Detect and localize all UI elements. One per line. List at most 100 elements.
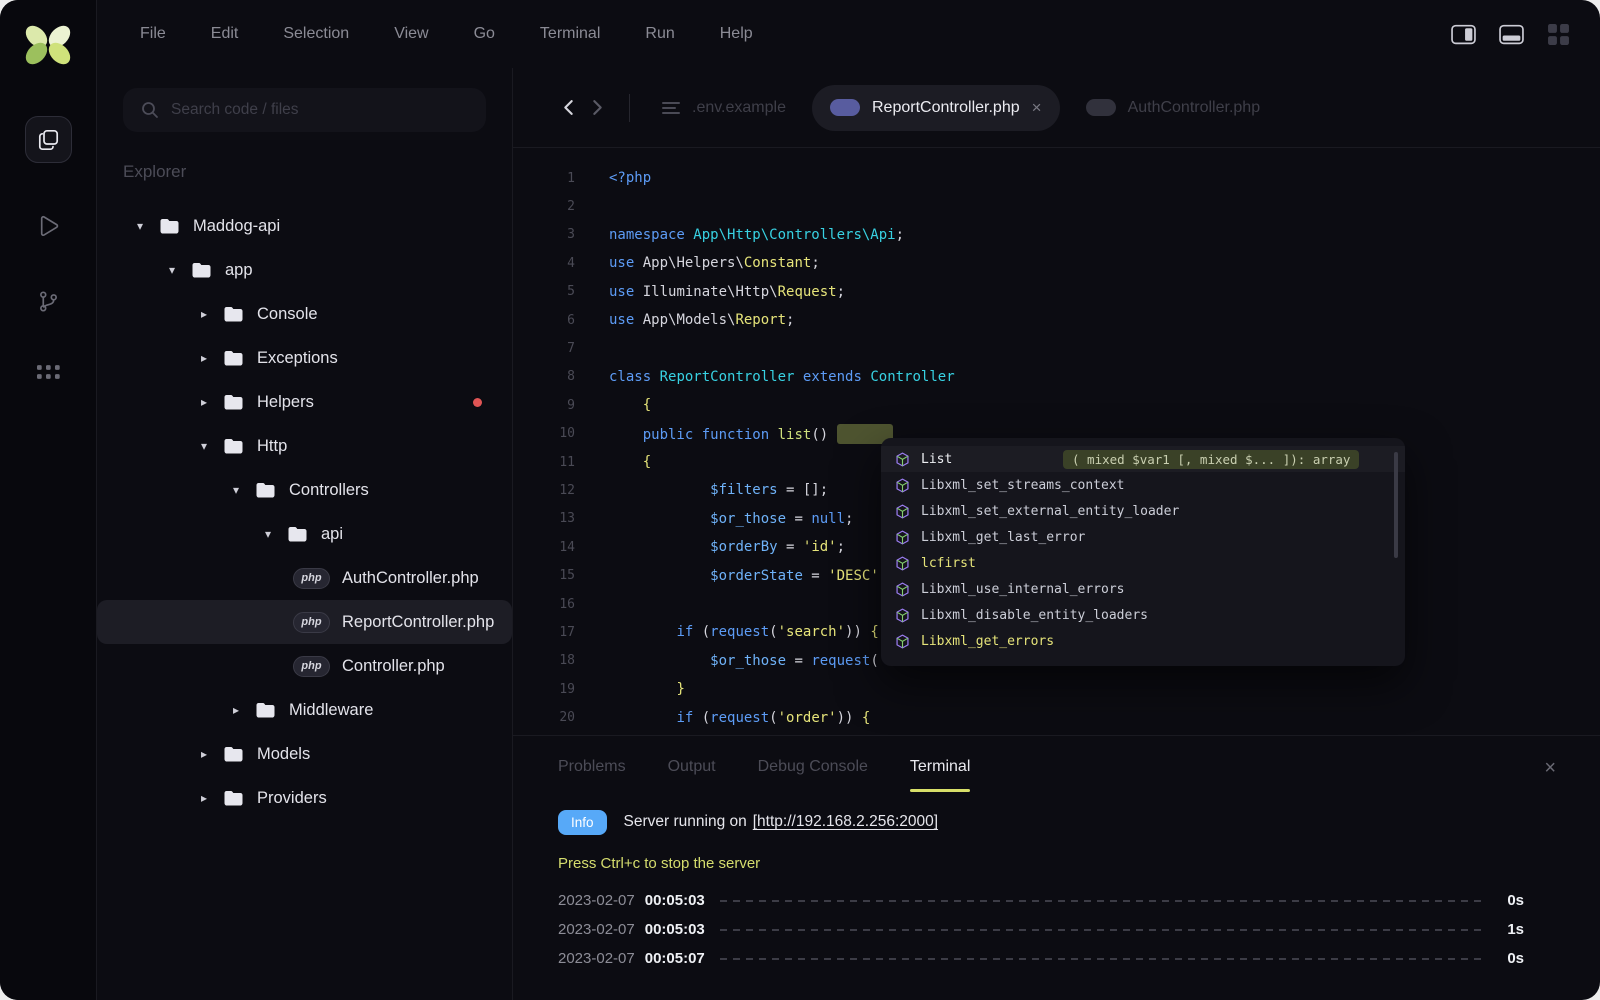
activity-bar (0, 0, 97, 1000)
panel-tabs: Problems Output Debug Console Terminal (558, 758, 1012, 792)
caret-down-icon[interactable]: ▾ (133, 219, 147, 233)
extensions-button[interactable] (37, 365, 60, 382)
navigate-back-icon[interactable] (563, 99, 574, 116)
code-text: use App\Helpers\Constant; (575, 255, 820, 271)
autocomplete-item-libxml-use-internal-errors[interactable]: Libxml_use_internal_errors (881, 576, 1405, 602)
autocomplete-label: lcfirst (921, 556, 976, 571)
code-line: 5use Illuminate\Http\Request; (513, 278, 1600, 306)
popup-scrollbar[interactable] (1394, 452, 1398, 558)
tree-item-models[interactable]: ▸Models (97, 732, 512, 776)
tree-item-providers[interactable]: ▸Providers (97, 776, 512, 820)
sidebar: Explorer ▾Maddog-api▾app ▸ Console ▸Excepti… (97, 68, 512, 1000)
autocomplete-label: Libxml_set_streams_context (921, 478, 1125, 493)
caret-right-icon[interactable]: ▸ (229, 703, 243, 717)
autocomplete-item-libxml-set-streams-context[interactable]: Libxml_set_streams_context (881, 472, 1405, 498)
log-row: 2023-02-0700:05:030s (558, 886, 1524, 915)
server-url[interactable]: [http://192.168.2.256:2000] (753, 813, 938, 831)
tree-item-maddog-api[interactable]: ▾Maddog-api (97, 204, 512, 248)
line-number: 1 (513, 171, 575, 186)
toggle-panel-icon[interactable] (1499, 24, 1524, 45)
explorer-title: Explorer (123, 162, 486, 182)
code-text: class ReportController extends Controlle… (575, 369, 955, 385)
menu-item-go[interactable]: Go (474, 25, 495, 43)
close-tab-icon[interactable]: × (1032, 98, 1042, 118)
editor-tab-reportcontroller-php[interactable]: ReportController.php× (812, 85, 1060, 131)
autocomplete-item-list[interactable]: List ( mixed $var1 [, mixed $... ]): arra… (881, 446, 1405, 472)
autocomplete-label: Libxml_disable_entity_loaders (921, 608, 1148, 623)
folder-icon (287, 526, 308, 543)
line-number: 4 (513, 256, 575, 271)
code-text: namespace App\Http\Controllers\Api; (575, 227, 904, 243)
autocomplete-item-libxml-get-last-error[interactable]: Libxml_get_last_error (881, 524, 1405, 550)
menu-item-selection[interactable]: Selection (283, 25, 349, 43)
panel-tab-debug-console[interactable]: Debug Console (758, 758, 868, 792)
tree-item-label: Console (257, 305, 318, 324)
panel-tab-output[interactable]: Output (668, 758, 716, 792)
editor-area: .env.example ReportController.php× AuthCon… (512, 68, 1600, 1000)
log-separator (720, 929, 1487, 931)
menu-item-help[interactable]: Help (720, 25, 753, 43)
autocomplete-item-lcfirst[interactable]: lcfirst (881, 550, 1405, 576)
tree-item-api[interactable]: ▾api (97, 512, 512, 556)
line-number: 2 (513, 199, 575, 214)
caret-right-icon[interactable]: ▸ (197, 307, 211, 321)
tree-item-authcontroller-php[interactable]: phpAuthController.php (97, 556, 512, 600)
autocomplete-label: List (921, 452, 1049, 467)
file-lines-icon (662, 101, 680, 115)
line-number: 17 (513, 625, 575, 640)
tree-item-app[interactable]: ▾app (97, 248, 512, 292)
split-editor-icon[interactable] (1451, 24, 1476, 45)
menu-item-terminal[interactable]: Terminal (540, 25, 600, 43)
explorer-button[interactable] (25, 116, 72, 163)
panel-tab-bar: Problems Output Debug Console Terminal × (513, 736, 1600, 792)
code-editor[interactable]: 1<?php23namespace App\Http\Controllers\A… (513, 148, 1600, 735)
menu-item-run[interactable]: Run (645, 25, 674, 43)
autocomplete-item-libxml-set-external-entity-loader[interactable]: Libxml_set_external_entity_loader (881, 498, 1405, 524)
caret-down-icon[interactable]: ▾ (165, 263, 179, 277)
caret-right-icon[interactable]: ▸ (197, 791, 211, 805)
panel-tab-problems[interactable]: Problems (558, 758, 626, 792)
search-input[interactable] (171, 101, 461, 119)
layout-grid-icon[interactable] (1547, 23, 1570, 46)
tree-item-middleware[interactable]: ▸Middleware (97, 688, 512, 732)
tree-item-exceptions[interactable]: ▸Exceptions (97, 336, 512, 380)
caret-right-icon[interactable]: ▸ (197, 351, 211, 365)
terminal[interactable]: Info Server running on [http://192.168.2… (513, 792, 1600, 973)
caret-down-icon[interactable]: ▾ (197, 439, 211, 453)
code-line: 8class ReportController extends Controll… (513, 363, 1600, 391)
tree-item-console[interactable]: ▸ Console (97, 292, 512, 336)
tree-item-helpers[interactable]: ▸Helpers (97, 380, 512, 424)
code-text: <?php (575, 170, 651, 186)
close-panel-icon[interactable]: × (1544, 757, 1556, 792)
menu-item-view[interactable]: View (394, 25, 428, 43)
menu-item-edit[interactable]: Edit (211, 25, 239, 43)
editor-tab-authcontroller-php[interactable]: AuthController.php (1080, 99, 1267, 117)
line-number: 20 (513, 710, 575, 725)
caret-down-icon[interactable]: ▾ (261, 527, 275, 541)
code-line: 9 { (513, 391, 1600, 419)
caret-right-icon[interactable]: ▸ (197, 747, 211, 761)
tree-item-http[interactable]: ▾Http (97, 424, 512, 468)
panel-tab-terminal[interactable]: Terminal (910, 758, 970, 792)
menu-bar: File Edit Selection View Go Terminal Run Help (97, 0, 1600, 68)
menu-item-file[interactable]: File (140, 25, 166, 43)
tree-item-reportcontroller-php[interactable]: phpReportController.php (97, 600, 512, 644)
log-row: 2023-02-0700:05:070s (558, 944, 1524, 973)
line-number: 10 (513, 426, 575, 441)
autocomplete-item-libxml-disable-entity-loaders[interactable]: Libxml_disable_entity_loaders (881, 602, 1405, 628)
autocomplete-item-libxml-get-errors[interactable]: Libxml_get_errors (881, 628, 1405, 654)
tree-item-controller-php[interactable]: phpController.php (97, 644, 512, 688)
caret-right-icon[interactable]: ▸ (197, 395, 211, 409)
search-box[interactable] (123, 88, 486, 132)
tree-item-controllers[interactable]: ▾Controllers (97, 468, 512, 512)
line-number: 19 (513, 682, 575, 697)
editor-tab-env-example[interactable]: .env.example (656, 99, 792, 117)
autocomplete-popup: List ( mixed $var1 [, mixed $... ]): arra… (881, 438, 1405, 666)
caret-down-icon[interactable]: ▾ (229, 483, 243, 497)
source-control-button[interactable] (38, 290, 59, 313)
navigate-forward-icon[interactable] (592, 99, 603, 116)
log-duration: 0s (1502, 950, 1524, 967)
autocomplete-detail: ( mixed $var1 [, mixed $... ]): array (1063, 450, 1359, 469)
run-button[interactable] (38, 215, 59, 238)
file-oval-icon (1086, 99, 1116, 116)
